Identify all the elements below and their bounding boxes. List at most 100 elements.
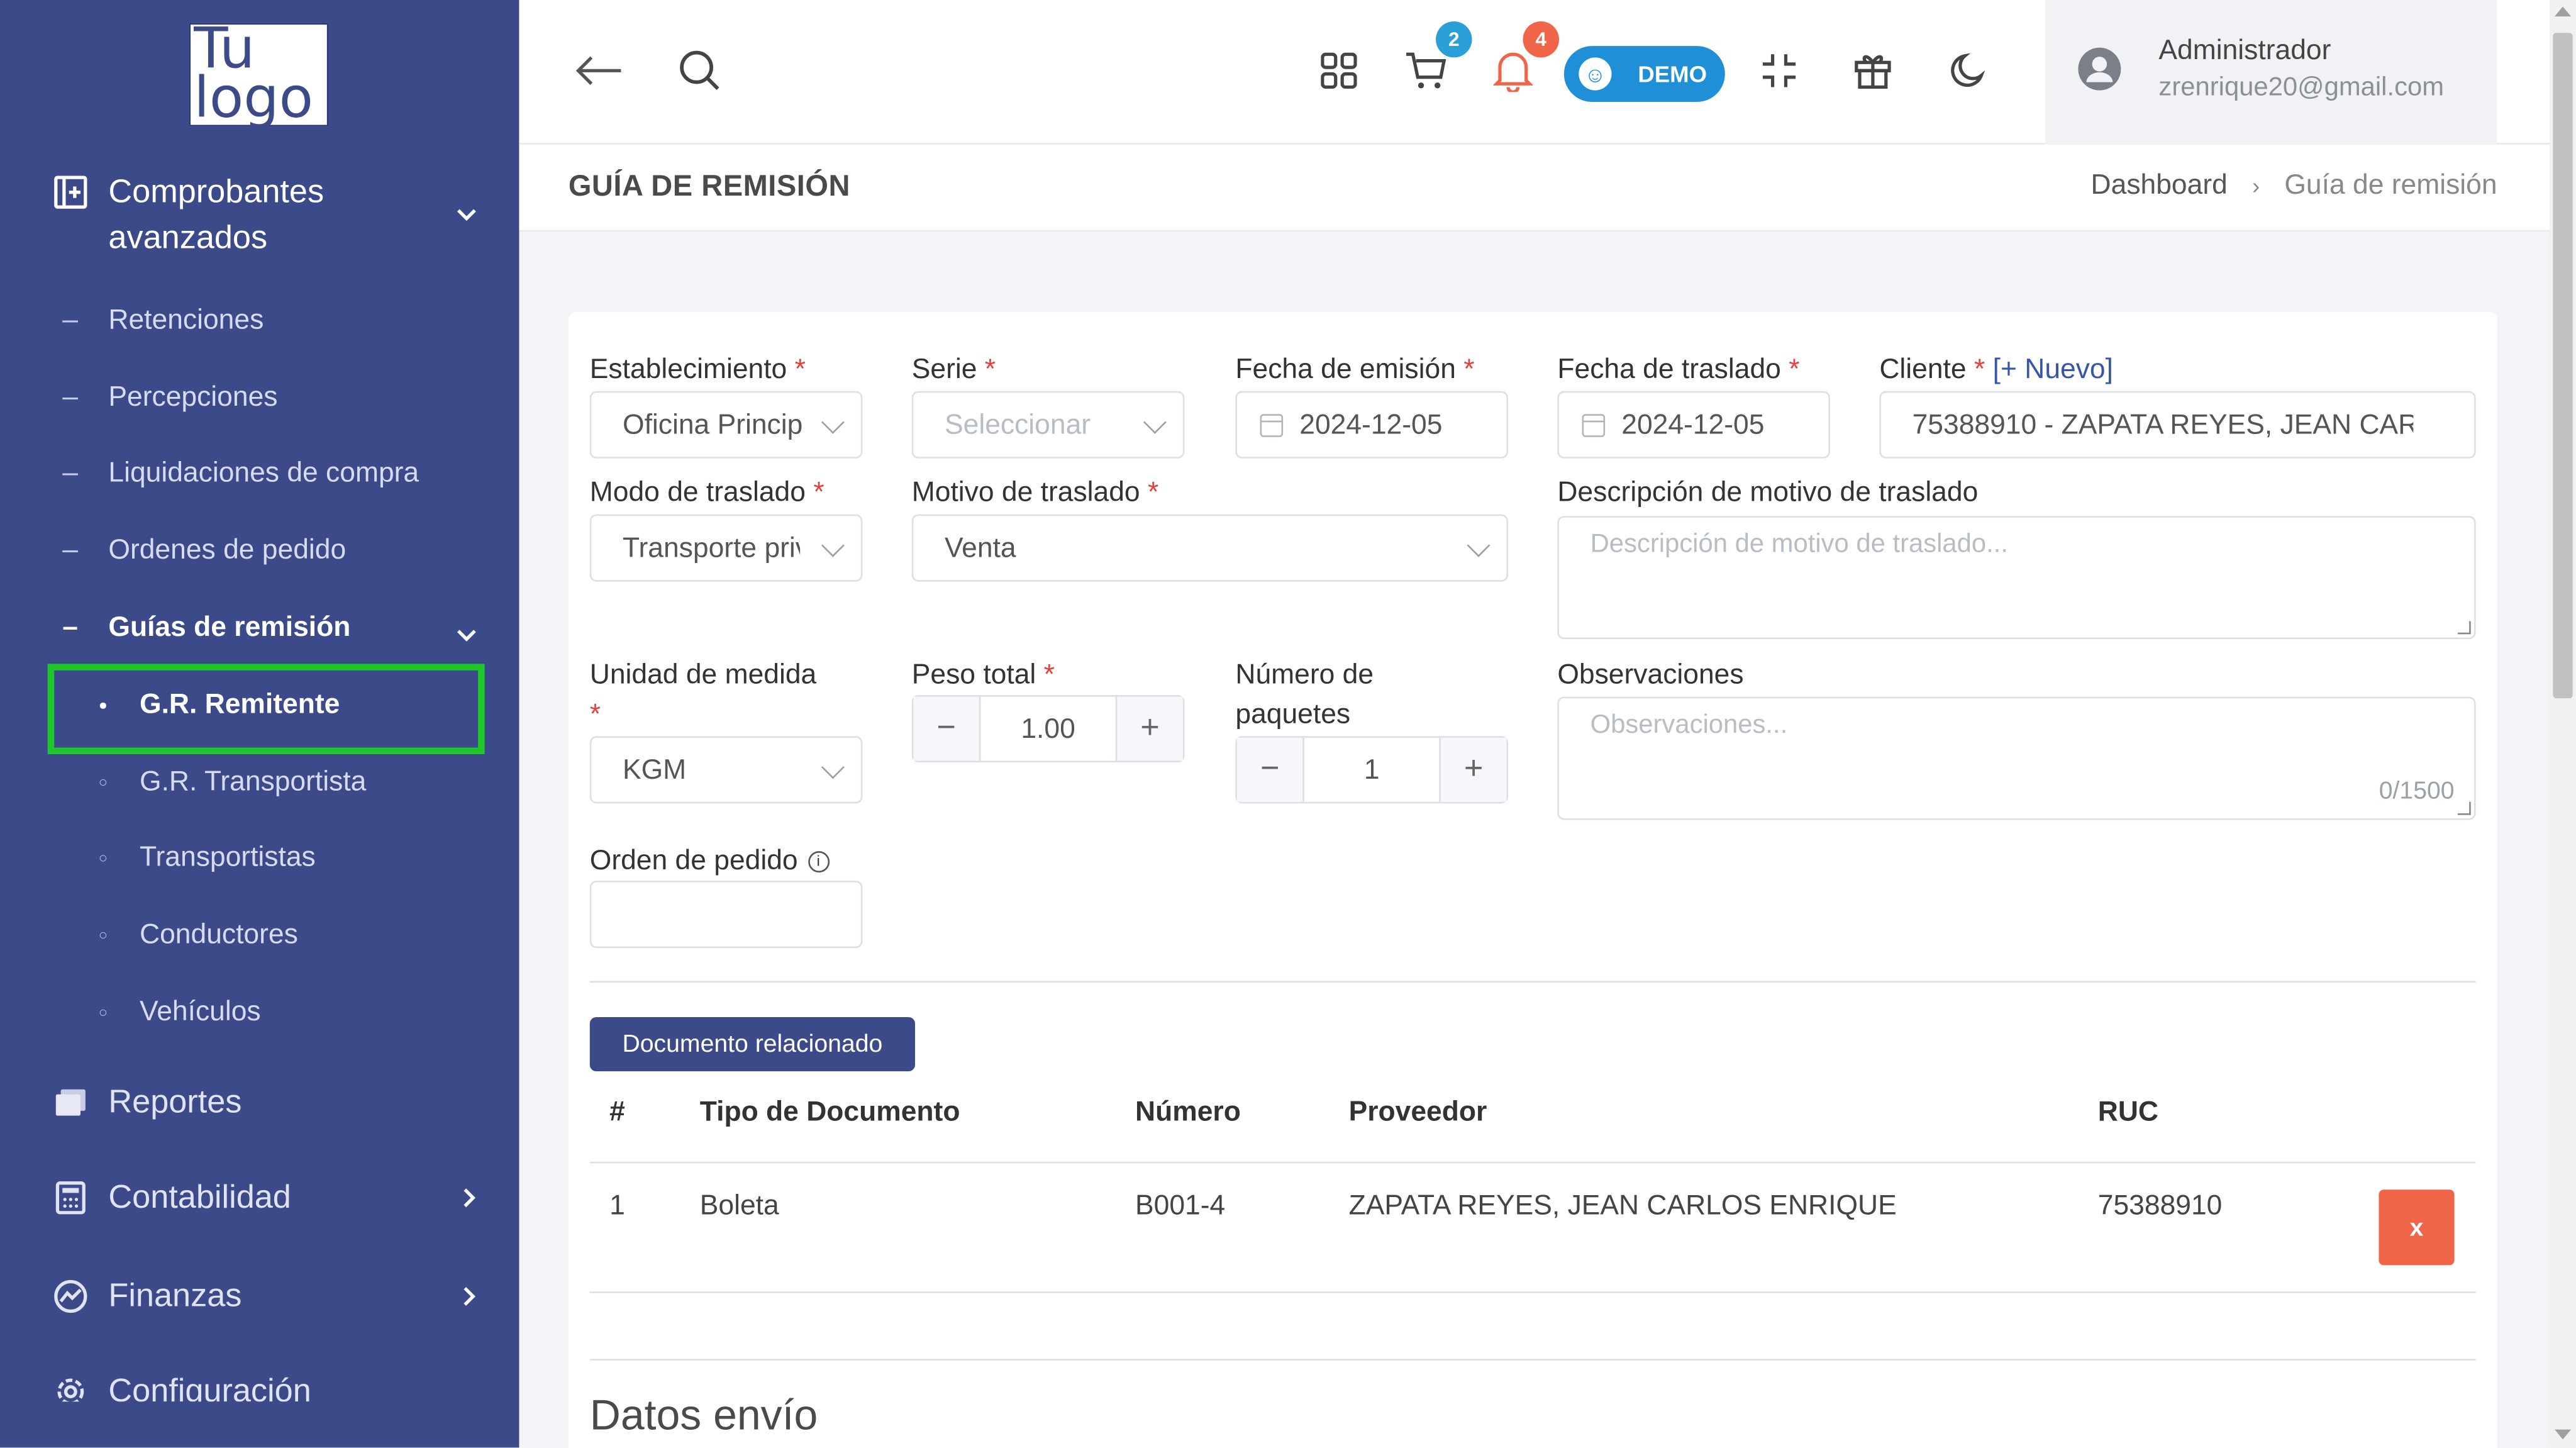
exit-fullscreen-icon[interactable] [1752, 43, 1807, 99]
demo-button[interactable]: ☺ DEMO [1563, 46, 1725, 102]
sidebar-subitem-gr-transportista[interactable]: ○ G.R. Transportista [99, 764, 367, 800]
user-menu[interactable]: Administrador zrenrique20@gmail.com [2045, 0, 2497, 145]
smile-icon: ☺ [1579, 57, 1612, 91]
scroll-up-arrow-icon[interactable] [2554, 6, 2572, 17]
chevron-right-icon[interactable] [464, 1285, 477, 1312]
col-header-ruc: RUC [2097, 1096, 2159, 1127]
cart-icon[interactable]: 2 [1398, 21, 1472, 99]
establecimiento-select[interactable]: Oficina Principal [589, 391, 863, 459]
sidebar-section-label: Finanzas [108, 1278, 242, 1315]
sidebar-item-label: Ordenes de pedido [108, 533, 347, 565]
breadcrumb-current: Guía de remisión [2284, 169, 2497, 201]
modo-traslado-label: Modo de traslado * [589, 476, 824, 508]
decrement-button[interactable]: − [913, 696, 981, 761]
resize-grip-icon[interactable] [2457, 621, 2471, 635]
peso-total-value[interactable]: 1.00 [980, 697, 1115, 761]
sidebar-item-percepciones[interactable]: – Percepciones [62, 379, 277, 415]
moon-icon[interactable] [1940, 43, 1996, 99]
serie-select[interactable]: Seleccionar [911, 391, 1185, 459]
shipping-section-title: Datos envío [589, 1390, 818, 1440]
chevron-down-icon[interactable] [457, 201, 476, 227]
sidebar-section-finanzas[interactable]: Finanzas [53, 1273, 242, 1319]
scroll-down-arrow-icon[interactable] [2554, 1429, 2572, 1440]
fecha-traslado-label: Fecha de traslado * [1557, 353, 1800, 385]
bell-icon[interactable]: 4 [1485, 21, 1559, 99]
increment-button[interactable]: + [1439, 737, 1507, 802]
cell-numero: B001-4 [1135, 1189, 1226, 1221]
scrollbar-thumb[interactable] [2553, 33, 2573, 699]
peso-total-stepper[interactable]: − 1.00 + [911, 694, 1185, 763]
gift-icon[interactable] [1845, 43, 1901, 99]
back-arrow-icon[interactable] [572, 43, 628, 99]
cell-proveedor: ZAPATA REYES, JEAN CARLOS ENRIQUE [1348, 1189, 1897, 1221]
sidebar-section-label: Contabilidad [108, 1179, 291, 1217]
top-bar: 2 4 ☺ DEMO Administrador zrenrique20@gma… [519, 0, 2550, 145]
sidebar-item-ordenes-pedido[interactable]: – Ordenes de pedido [62, 532, 346, 568]
user-email: zrenrique20@gmail.com [2158, 74, 2445, 102]
sidebar-subitem-label: Transportistas [140, 841, 316, 873]
fecha-emision-label: Fecha de emisión * [1235, 353, 1475, 385]
increment-button[interactable]: + [1115, 696, 1183, 761]
motivo-traslado-label: Motivo de traslado * [911, 476, 1159, 508]
related-document-button[interactable]: Documento relacionado [589, 1016, 915, 1072]
numero-paquetes-label: Número de paquetes [1235, 659, 1374, 730]
sidebar-section-label: Reportes [108, 1084, 242, 1121]
numero-paquetes-value[interactable]: 1 [1304, 738, 1439, 802]
fecha-emision-input[interactable]: 2024-12-05 [1235, 391, 1508, 459]
motivo-traslado-select[interactable]: Venta [911, 514, 1508, 582]
apps-grid-icon[interactable] [1311, 43, 1367, 99]
bell-badge: 4 [1523, 21, 1559, 58]
table-row-divider [589, 1291, 2476, 1293]
descripcion-motivo-textarea[interactable]: Descripción de motivo de traslado... [1557, 516, 2476, 640]
info-icon[interactable]: i [808, 850, 830, 872]
chevron-down-icon[interactable] [457, 621, 476, 647]
numero-paquetes-stepper[interactable]: − 1 + [1235, 736, 1508, 804]
sidebar-section-reportes[interactable]: Reportes [53, 1079, 242, 1125]
sidebar-section-comprobantes-avanzados[interactable]: Comprobantes avanzados [53, 169, 372, 261]
chevron-right-icon[interactable] [464, 1186, 477, 1213]
search-icon[interactable] [672, 43, 728, 99]
chevron-down-icon [821, 755, 845, 779]
breadcrumb: Dashboard › Guía de remisión [2091, 169, 2497, 202]
section-divider [589, 1359, 2476, 1361]
decrement-button[interactable]: − [1236, 737, 1305, 802]
selection-highlight [47, 664, 485, 754]
chevron-down-icon [1467, 533, 1491, 557]
sidebar-item-guias-remision[interactable]: – Guías de remisión [62, 610, 350, 645]
modo-traslado-select[interactable]: Transporte privado [589, 514, 863, 582]
orden-pedido-label: Orden de pedido i [590, 841, 830, 881]
divider [589, 981, 2476, 983]
chevron-down-icon [1143, 410, 1167, 434]
fecha-traslado-input[interactable]: 2024-12-05 [1557, 391, 1830, 459]
logo[interactable]: Tu logo [189, 21, 329, 131]
cliente-select[interactable]: 75388910 - ZAPATA REYES, JEAN CARLOS ENR… [1879, 391, 2476, 459]
chevron-down-icon [821, 533, 845, 557]
sidebar: Tu logo Comprobantes avanzados – Retencio… [0, 0, 519, 1448]
breadcrumb-dashboard[interactable]: Dashboard [2091, 169, 2228, 202]
sidebar-subitem-label: G.R. Transportista [140, 766, 367, 797]
sidebar-subitem-vehiculos[interactable]: ○ Vehículos [99, 994, 261, 1030]
unidad-medida-select[interactable]: KGM [589, 736, 863, 804]
logo-line2: logo [194, 65, 313, 131]
calculator-icon [53, 1180, 89, 1216]
sidebar-subitem-conductores[interactable]: ○ Conductores [99, 917, 298, 953]
observaciones-label: Observaciones [1557, 659, 1744, 691]
serie-label: Serie * [911, 353, 996, 385]
sidebar-section-configuracion[interactable]: Configuración [53, 1369, 311, 1402]
sidebar-item-liquidaciones[interactable]: – Liquidaciones de compra [62, 455, 419, 491]
observaciones-textarea[interactable]: Observaciones... 0/1500 [1557, 696, 2476, 820]
col-header-index: # [609, 1096, 625, 1127]
sidebar-item-label: Guías de remisión [108, 611, 351, 643]
invoice-plus-icon [53, 174, 89, 210]
sidebar-section-contabilidad[interactable]: Contabilidad [53, 1175, 291, 1221]
title-bar: GUÍA DE REMISIÓN Dashboard › Guía de rem… [519, 144, 2550, 232]
sidebar-subitem-transportistas[interactable]: ○ Transportistas [99, 840, 316, 876]
avatar [2078, 47, 2121, 91]
delete-row-button[interactable]: x [2379, 1189, 2455, 1266]
chart-circle-icon [53, 1278, 89, 1314]
peso-total-label: Peso total * [911, 659, 1055, 691]
resize-grip-icon[interactable] [2457, 801, 2471, 815]
new-client-link[interactable]: [+ Nuevo] [1993, 354, 2113, 385]
sidebar-item-retenciones[interactable]: – Retenciones [62, 303, 264, 338]
orden-pedido-input[interactable] [589, 881, 863, 949]
